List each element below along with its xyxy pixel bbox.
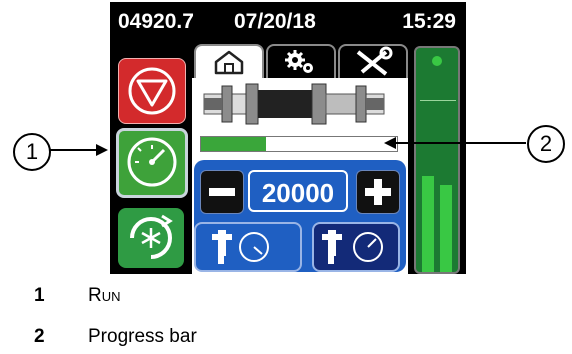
stop-button[interactable] [118,58,186,124]
gears-icon [285,50,313,73]
tab-tools[interactable] [338,44,408,80]
mode-a-button[interactable] [194,222,302,272]
setpoint-value[interactable]: 20000 [248,170,348,212]
hour-counter: 04920.7 [118,10,194,33]
stop-triangle-icon [128,67,176,115]
tab-home[interactable] [194,44,264,80]
legend-label: Run [88,285,121,306]
tools-icon [356,46,393,76]
time-display: 15:29 [402,10,456,33]
increase-button[interactable] [356,170,400,214]
status-bar: 04920.7 07/20/18 15:29 [110,2,466,40]
defrost-button[interactable] [118,208,184,268]
fitting-gauge-icon [212,230,269,264]
decrease-button[interactable] [200,170,244,214]
progress-bar [200,136,398,152]
status-led [432,56,442,66]
legend-label: Progress bar [88,326,197,347]
gauge-bar [440,185,452,272]
home-panel: 20000 [192,78,408,274]
run-button[interactable] [116,128,188,198]
callout-1: 1 [13,133,51,171]
callout-2: 2 [527,125,565,163]
gauge-divider [420,100,456,101]
gauge-bar [422,176,434,272]
date-display: 07/20/18 [234,10,316,33]
legend-number: 1 [34,285,45,306]
setpoint-box: 20000 [194,160,406,272]
gauge-dial-icon [127,137,177,187]
legend-number: 2 [34,326,45,347]
progress-fill [201,137,266,151]
tab-bar [192,42,408,80]
mode-b-button[interactable] [312,222,400,272]
home-icon [214,50,244,75]
control-screen: 04920.7 07/20/18 15:29 20000 [110,2,466,274]
level-gauge [414,46,460,274]
fitting-gauge-icon [322,230,383,264]
minus-icon [209,188,235,196]
valve-diagram-icon [203,83,385,125]
snowflake-cycle-icon [130,214,173,259]
tab-settings[interactable] [266,44,336,80]
plus-icon [365,179,391,205]
